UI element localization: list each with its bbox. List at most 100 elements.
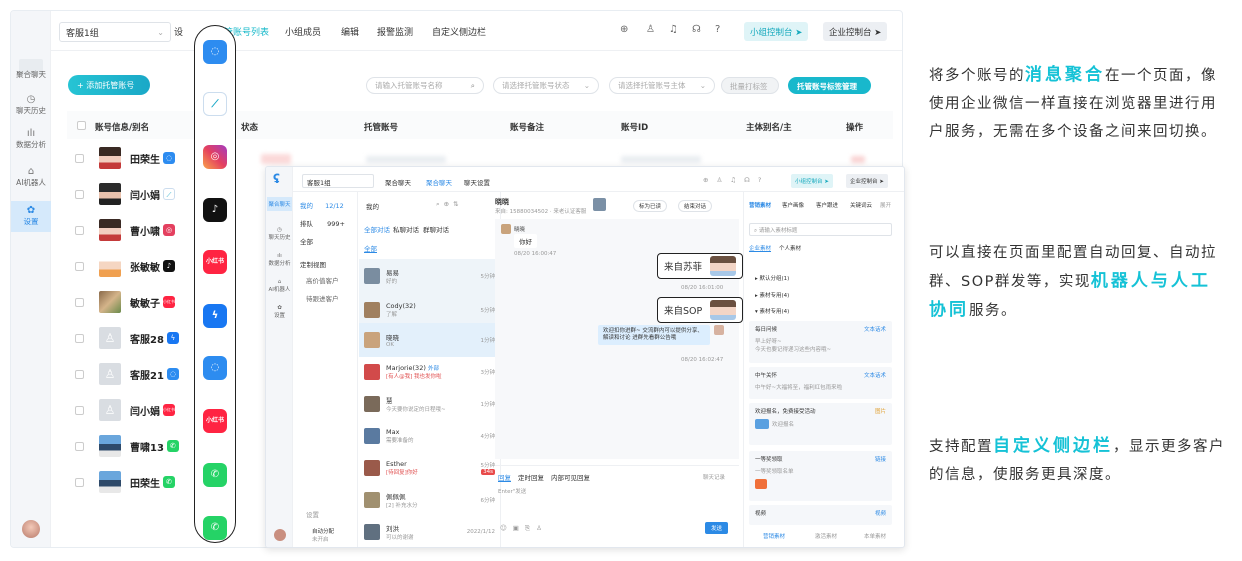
row-checkbox[interactable] [75,405,84,415]
search-name-input[interactable]: 请输入托管账号名称 ⌕ [366,77,484,94]
tag-manage-button[interactable]: 托管账号标签管理 [788,77,871,94]
tab-marketing[interactable]: 营销素材 [749,201,771,209]
chat-icon[interactable]: ◌ [203,356,227,380]
toolbar-icons[interactable]: ⊕♙♫☊? [703,176,769,184]
whatsapp-icon[interactable]: ✆ [203,516,227,540]
help-icon[interactable]: ? [715,24,720,35]
ent-console-button[interactable]: 企业控制台 ➤ [823,22,888,41]
row-checkbox[interactable] [75,261,84,271]
sidebar-item-robot[interactable]: ⌂ AI机器人 [11,167,51,188]
row-checkbox[interactable] [75,333,84,343]
list-item[interactable]: 慧今天要你说定的日程哦~ 1分钟 [359,387,501,421]
sidebar-item-analytics[interactable]: ılı 数据分析 [11,129,51,150]
mark-read-button[interactable]: 标为已读 [633,200,668,212]
bell-icon[interactable]: ♫ [669,24,678,35]
material-search-input[interactable]: ⌕ 请输入素材标题 [749,223,892,236]
tab-edit[interactable]: 编辑 [341,25,359,38]
sidebar-item-settings[interactable]: ✿ 设置 [11,201,51,232]
bottom-tab-order[interactable]: 本单素材 [864,532,886,540]
tab-group-chats[interactable]: 群聊对话 [423,224,449,234]
list-item[interactable]: Max 需要准备的 4分钟 [359,419,501,453]
status-select[interactable]: 请选择托管账号状态 ⌄ [493,77,599,94]
group-special-open[interactable]: ▾ 素材专用(4) [755,307,789,315]
user-avatar[interactable] [274,529,286,541]
view-follow-up[interactable]: 待跟进客户 [306,293,339,303]
group-default[interactable]: ▸ 默认分组(1) [755,274,789,282]
expand-button[interactable]: 展开 [880,201,891,209]
list-item[interactable]: Esther [待回复]你好 5分钟 34s [359,451,501,485]
tab-enterprise-material[interactable]: 企业素材 [749,244,771,252]
sidebar-item-history[interactable]: ◷ 聊天历史 [11,95,51,116]
row-checkbox[interactable] [75,477,84,487]
messenger-icon[interactable]: ϟ [203,304,227,328]
tab-private-chats[interactable]: 私聊对话 [393,224,419,234]
material-card[interactable]: 中午关怀 文本话术 中午好~大福将至，福利红包雨来啦 [749,367,892,399]
nav-settings[interactable]: ✿ 设置 [267,305,292,319]
tab-profile[interactable]: 客户画像 [782,201,804,209]
send-button[interactable]: 发送 [705,522,729,534]
whatsapp-icon[interactable]: ✆ [203,463,227,487]
group-select[interactable]: 客服1组 [302,174,374,188]
user-avatar[interactable] [22,520,40,538]
shirt-icon[interactable]: ♙ [646,24,655,35]
team-console-button[interactable]: 小组控制台 ➤ [744,22,809,41]
team-console-button[interactable]: 小组控制台 ➤ [791,174,833,188]
tab-aggregate-active[interactable]: 聚合聊天 [426,177,452,187]
material-card[interactable]: 每日问候 文本话术 早上好呀~ 今天也要记得递习这些内容哦~ [749,321,892,363]
tab-alarm[interactable]: 报警监测 [377,25,413,38]
list-item[interactable]: Cody(32) 了解 5分钟 [359,293,501,327]
group-select[interactable]: 客服1组 ⌄ [59,22,171,42]
nav-analytics[interactable]: ılı 数据分析 [267,253,292,267]
tab-members[interactable]: 小组成员 [285,25,321,38]
select-all-checkbox[interactable] [77,121,86,130]
list-item[interactable]: 佩佩佩 [2] 补充水分 6分钟 [359,483,501,517]
row-checkbox[interactable] [75,189,84,199]
bottom-tab-activation[interactable]: 激活素材 [815,532,837,540]
tab-chat-settings[interactable]: 聊天设置 [464,177,490,187]
bottom-tab-marketing[interactable]: 营销素材 [763,532,785,540]
xiaohongshu-icon[interactable]: 小红书 [203,409,227,433]
tab-all-chats[interactable]: 全部对话 [364,224,390,234]
filter-queue[interactable]: 排队 999+ [300,218,345,228]
view-high-value[interactable]: 高价值客户 [306,275,339,285]
chat-history-link[interactable]: 聊天记录 [703,473,725,481]
list-item[interactable]: Marjorie(32) 外部 [有人@我] 我也发你啦 3分钟 [359,355,501,389]
nav-robot[interactable]: ⌂ AI机器人 [267,279,292,293]
compose-input[interactable]: Enter"发送 [498,487,526,495]
material-card[interactable]: 视频 视频 [749,505,892,525]
chat-icon[interactable]: ◌ [203,40,227,64]
tab-follow[interactable]: 客户跟进 [816,201,838,209]
filter-all[interactable]: 全部 [300,236,313,246]
compose-tool-icons[interactable]: ☺▣⎘♙ [500,524,548,533]
tab-wordcloud[interactable]: 关键词云 [850,201,872,209]
add-account-button[interactable]: + 添加托管账号 [68,75,150,95]
row-checkbox[interactable] [75,297,84,307]
tab-scheduled-reply[interactable]: 定时回复 [518,472,544,482]
feather-icon[interactable]: ⟋ [203,92,227,116]
group-special[interactable]: ▸ 素材专用(4) [755,291,789,299]
globe-icon[interactable]: ⊕ [620,24,628,35]
filter-mine[interactable]: 我的 12/12 [300,200,344,210]
sidebar-item-chat[interactable]: 聚合聊天 [11,69,51,80]
ent-console-button[interactable]: 企业控制台 ➤ [846,174,888,188]
material-card[interactable]: 欢迎报名，免费接受活动 图片 欢迎报名 [749,403,892,445]
nav-chat[interactable]: 聚合聊天 [267,197,292,211]
list-item[interactable]: 刘洪 可以的谢谢 2022/1/12 [359,515,501,547]
list-tool-icons[interactable]: ⌕⊕⇅ [436,200,463,209]
end-chat-button[interactable]: 结束对话 [678,200,713,212]
row-checkbox[interactable] [75,441,84,451]
xiaohongshu-icon[interactable]: 小红书 [203,250,227,274]
material-card[interactable]: 一等奖领取 链接 一等奖领取名单 [749,451,892,501]
row-checkbox[interactable] [75,369,84,379]
owner-select[interactable]: 请选择托管账号主体 ⌄ [609,77,715,94]
tab-internal-reply[interactable]: 内部可见回复 [551,472,590,482]
list-item[interactable]: 易易 好的 5分钟 [359,259,501,293]
headset-icon[interactable]: ☊ [692,24,701,35]
instagram-icon[interactable]: ◎ [203,145,227,169]
settings-link[interactable]: 设置 [306,509,319,519]
tab-reply[interactable]: 回复 [498,472,511,482]
tab-personal-material[interactable]: 个人素材 [779,244,801,252]
row-checkbox[interactable] [75,225,84,235]
tab-aggregate[interactable]: 聚合聊天 [385,177,411,187]
tab-custom-sidebar[interactable]: 自定义侧边栏 [432,25,486,38]
